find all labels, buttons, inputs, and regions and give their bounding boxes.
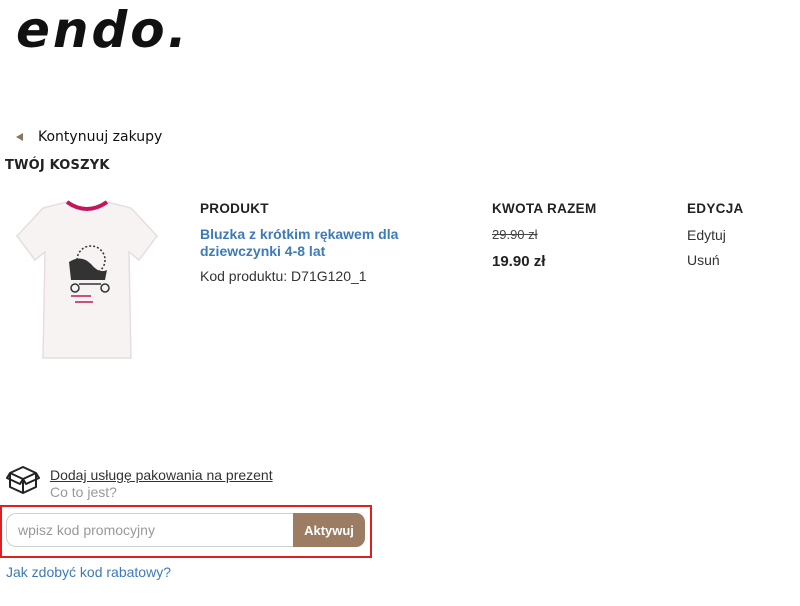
- logo[interactable]: endo.: [16, 0, 206, 62]
- promo-code-input[interactable]: [6, 513, 296, 547]
- product-name-link[interactable]: Bluzka z krótkim rękawem dla dziewczynki…: [200, 226, 440, 260]
- edit-item-link[interactable]: Edytuj: [687, 227, 726, 243]
- column-header-edit: EDYCJA: [687, 201, 744, 216]
- column-header-total: KWOTA RAZEM: [492, 201, 597, 216]
- continue-shopping-label: Kontynuuj zakupy: [38, 129, 163, 145]
- discount-help-link[interactable]: Jak zdobyć kod rabatowy?: [6, 564, 171, 580]
- column-header-product: PRODUKT: [200, 201, 269, 216]
- gift-info-link[interactable]: Co to jest?: [50, 484, 117, 500]
- logo-text: endo.: [16, 1, 190, 59]
- arrow-left-icon: [16, 133, 23, 141]
- gift-wrap-link[interactable]: Dodaj usługę pakowania na prezent: [50, 467, 273, 483]
- product-code: Kod produktu: D71G120_1: [200, 268, 367, 284]
- remove-item-link[interactable]: Usuń: [687, 252, 720, 268]
- continue-shopping-link[interactable]: Kontynuuj zakupy: [16, 129, 162, 145]
- cart-title: TWÓJ KOSZYK: [5, 158, 110, 173]
- price-old: 29.90 zł: [492, 227, 538, 242]
- tshirt-icon[interactable]: [5, 196, 169, 368]
- activate-promo-button[interactable]: Aktywuj: [293, 513, 365, 547]
- price-new: 19.90 zł: [492, 253, 546, 270]
- box-icon: [6, 463, 40, 495]
